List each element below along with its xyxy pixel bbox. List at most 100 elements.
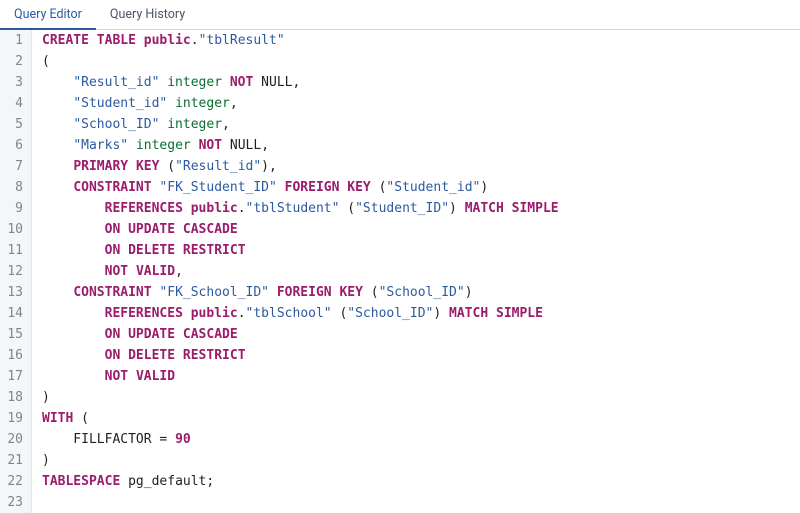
code-token [136,33,144,48]
code-token [42,138,73,153]
code-line[interactable]: ON DELETE RESTRICT [42,345,559,366]
code-token: RESTRICT [183,243,246,258]
code-token [277,180,285,195]
code-token [42,369,105,384]
tab-query-history[interactable]: Query History [96,1,199,30]
code-line[interactable]: CREATE TABLE public."tblResult" [42,30,559,51]
line-number: 10 [6,219,23,240]
code-line[interactable]: "School_ID" integer, [42,114,559,135]
code-token: ) [42,390,50,405]
code-token [42,75,73,90]
code-token [42,306,105,321]
code-token: ), [261,159,277,174]
code-token: integer [167,117,222,132]
code-token [42,243,105,258]
code-token: integer [136,138,191,153]
code-token: public [191,306,238,321]
line-number: 15 [6,324,23,345]
code-token: "FK_School_ID" [159,285,269,300]
code-token: ) [480,180,488,195]
line-number: 12 [6,261,23,282]
code-token: ON [105,243,121,258]
code-token: CONSTRAINT [73,180,151,195]
code-token [363,285,371,300]
line-number: 20 [6,429,23,450]
code-token [120,348,128,363]
code-line[interactable]: ) [42,387,559,408]
code-token [183,201,191,216]
code-line[interactable]: ) [42,450,559,471]
code-line[interactable]: WITH ( [42,408,559,429]
code-token: "tblStudent" [246,201,340,216]
code-area[interactable]: CREATE TABLE public."tblResult" ( "Result… [32,30,559,513]
code-token: NOT [199,138,222,153]
code-line[interactable]: "Result_id" integer NOT NULL, [42,72,559,93]
code-token: DELETE [128,348,175,363]
code-token [42,264,105,279]
code-line[interactable]: FILLFACTOR = 90 [42,429,559,450]
code-line[interactable] [42,492,559,513]
code-token: TABLESPACE [42,474,120,489]
code-token [183,306,191,321]
code-token: UPDATE [128,222,175,237]
code-token [42,159,73,174]
code-line[interactable]: ON DELETE RESTRICT [42,240,559,261]
tab-query-editor[interactable]: Query Editor [0,1,96,30]
line-number: 5 [6,114,23,135]
code-line[interactable]: ON UPDATE CASCADE [42,324,559,345]
code-line[interactable]: ( [42,51,559,72]
code-token: FILLFACTOR [42,432,159,447]
code-token [73,411,81,426]
code-token: public [191,201,238,216]
code-line[interactable]: "Student_id" integer, [42,93,559,114]
code-token: "School_ID" [73,117,159,132]
code-line[interactable]: PRIMARY KEY ("Result_id"), [42,156,559,177]
code-token: CONSTRAINT [73,285,151,300]
code-token [167,432,175,447]
code-token: ; [206,474,214,489]
code-token: "Student_id" [73,96,167,111]
code-token: SIMPLE [496,306,543,321]
code-line[interactable]: NOT VALID, [42,261,559,282]
line-number: 23 [6,492,23,513]
code-token: KEY [339,285,362,300]
code-token [269,285,277,300]
code-token: UPDATE [128,327,175,342]
code-token: FOREIGN [277,285,332,300]
code-line[interactable]: TABLESPACE pg_default; [42,471,559,492]
code-line[interactable]: ON UPDATE CASCADE [42,219,559,240]
code-token: VALID [136,264,175,279]
code-token: NOT [105,264,128,279]
code-token: ( [167,159,175,174]
code-line[interactable]: REFERENCES public."tblSchool" ("School_I… [42,303,559,324]
line-number: 1 [6,30,23,51]
code-token: "tblResult" [199,33,285,48]
code-token [253,75,261,90]
code-token [441,306,449,321]
code-line[interactable]: CONSTRAINT "FK_Student_ID" FOREIGN KEY (… [42,177,559,198]
line-number: 22 [6,471,23,492]
code-token: SIMPLE [512,201,559,216]
line-number: 6 [6,135,23,156]
line-number: 13 [6,282,23,303]
line-number-gutter: 1234567891011121314151617181920212223 [0,30,32,513]
code-token: integer [167,75,222,90]
code-token: ( [42,54,50,69]
code-token: ( [81,411,89,426]
query-editor[interactable]: 1234567891011121314151617181920212223 CR… [0,30,800,513]
code-token [42,117,73,132]
line-number: 4 [6,93,23,114]
code-token [120,327,128,342]
code-line[interactable]: "Marks" integer NOT NULL, [42,135,559,156]
code-token: VALID [136,369,175,384]
line-number: 19 [6,408,23,429]
line-number: 16 [6,345,23,366]
code-line[interactable]: REFERENCES public."tblStudent" ("Student… [42,198,559,219]
code-token: FOREIGN [285,180,340,195]
code-token: PRIMARY [73,159,128,174]
code-token [42,201,105,216]
code-token: , [261,138,269,153]
code-line[interactable]: CONSTRAINT "FK_School_ID" FOREIGN KEY ("… [42,282,559,303]
code-token [42,348,105,363]
code-line[interactable]: NOT VALID [42,366,559,387]
